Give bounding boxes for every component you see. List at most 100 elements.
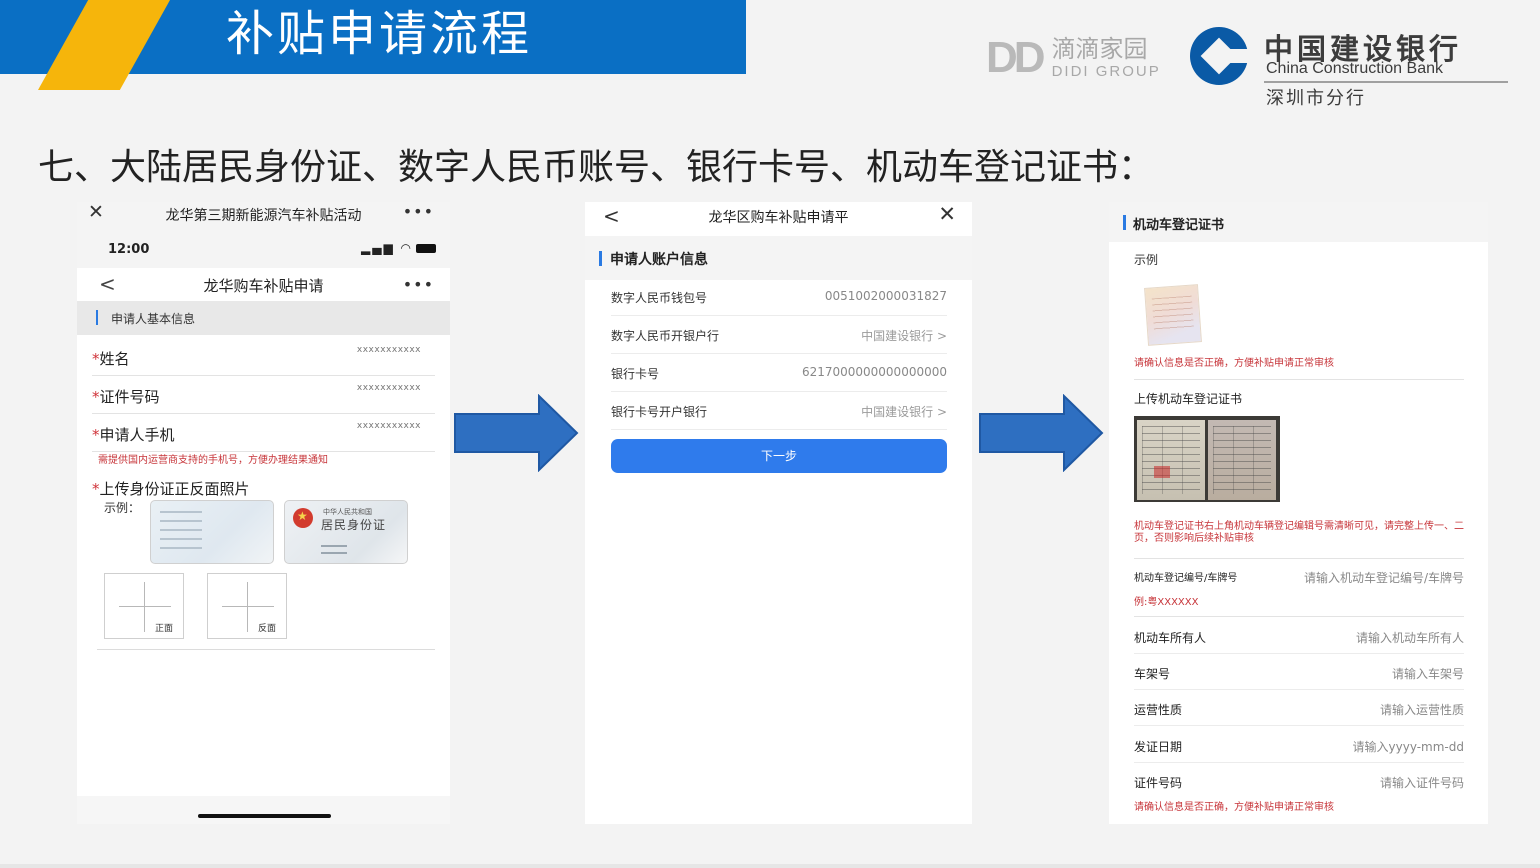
ccb-logo-branch: 深圳市分行 [1266, 88, 1366, 109]
upload-front-label: 正面 [154, 624, 173, 634]
verify-hint-bottom: 请确认信息是否正确，方便补贴申请正常审核 [1134, 802, 1334, 813]
nav-title: 龙华区购车补贴申请平 [708, 210, 849, 226]
phone-screen-account-info: < 龙华区购车补贴申请平 ✕ 申请人账户信息 数字人民币钱包号 00510020… [585, 202, 972, 824]
row-value: 6217000000000000000 [801, 365, 947, 379]
required-mark: * [92, 480, 100, 498]
id-card-front-example [150, 500, 274, 564]
wallet-bank-row[interactable]: 数字人民币开银户行 中国建设银行 > [611, 316, 947, 354]
didi-logo-en: DIDI GROUP [1051, 63, 1161, 80]
phone-screen-basic-info: ✕ 龙华第三期新能源汽车补贴活动 ••• 12:00 ▂▄▆ ◠ < 龙华购车补… [77, 202, 450, 824]
row-label: 机动车所有人 [1134, 631, 1207, 645]
row-label: 银行卡号 [611, 367, 660, 381]
upload-back-button[interactable]: 反面 [207, 573, 287, 639]
upload-certificate-label: 上传机动车登记证书 [1134, 392, 1243, 406]
owner-field[interactable]: 机动车所有人 请输入机动车所有人 [1134, 618, 1464, 654]
certificate-hint: 机动车登记证书右上角机动车辆登记编辑号需清晰可见，请完整上传一、二页，否则影响后… [1134, 521, 1464, 544]
flow-arrow-icon [454, 394, 579, 472]
more-icon[interactable]: ••• [403, 275, 434, 294]
signal-wifi-icon: ▂▄▆ ◠ [361, 241, 436, 255]
ccb-logo-divider [1264, 81, 1508, 83]
row-label: 发证日期 [1134, 740, 1183, 754]
field-value: xxxxxxxxxxx [356, 421, 421, 431]
section-label: 申请人账户信息 [610, 252, 708, 268]
home-indicator[interactable] [198, 814, 331, 818]
row-value: 中国建设银行 > [861, 329, 947, 343]
status-time: 12:00 [108, 242, 150, 257]
field-value: xxxxxxxxxxx [356, 383, 421, 393]
status-bar: 12:00 ▂▄▆ ◠ [77, 226, 450, 268]
phone-field[interactable]: *申请人手机 xxxxxxxxxxx [92, 414, 435, 452]
field-label: 申请人手机 [99, 426, 175, 444]
row-input[interactable]: 请输入车架号 [1392, 665, 1464, 682]
upload-front-button[interactable]: 正面 [104, 573, 184, 639]
plus-icon [222, 606, 274, 607]
vin-field[interactable]: 车架号 请输入车架号 [1134, 654, 1464, 690]
plus-icon [119, 606, 171, 607]
footer-bar [77, 796, 450, 824]
row-input[interactable]: 请输入证件号码 [1380, 774, 1464, 791]
battery-icon [416, 244, 436, 253]
name-field[interactable]: *姓名 xxxxxxxxxxx [92, 338, 435, 376]
nav-bar: < 龙华区购车补贴申请平 ✕ [585, 202, 972, 236]
national-emblem-icon [293, 508, 313, 528]
usage-type-field[interactable]: 运营性质 请输入运营性质 [1134, 690, 1464, 726]
issue-date-field[interactable]: 发证日期 请输入yyyy-mm-dd [1134, 727, 1464, 763]
section-header: 机动车登记证书 [1109, 202, 1488, 242]
wallet-number-row[interactable]: 数字人民币钱包号 0051002000031827 [611, 278, 947, 316]
row-label: 车架号 [1134, 667, 1171, 681]
row-label: 银行卡号开户银行 [611, 405, 708, 419]
card-bank-row[interactable]: 银行卡号开户银行 中国建设银行 > [611, 392, 947, 430]
row-value: 0051002000031827 [824, 289, 947, 303]
required-mark: * [92, 388, 100, 406]
next-step-button[interactable]: 下一步 [611, 439, 947, 473]
page-title: 补贴申请流程 [226, 6, 533, 62]
plate-number-label: 机动车登记编号/车牌号 [1134, 573, 1238, 584]
bottom-strip [0, 864, 1540, 868]
nav-bar: < 龙华购车补贴申请 ••• [77, 268, 450, 301]
miniapp-title: 龙华第三期新能源汽车补贴活动 [165, 208, 362, 224]
row-label: 数字人民币开银户行 [611, 329, 720, 343]
ccb-logo: 中国建设银行 China Construction Bank 深圳市分行 [1190, 24, 1520, 112]
card-title: 居民身份证 [321, 518, 387, 532]
row-value: 中国建设银行 > [861, 405, 947, 419]
field-label: 证件号码 [99, 388, 160, 406]
section-label: 申请人基本信息 [111, 312, 196, 326]
nav-title: 龙华购车补贴申请 [203, 277, 324, 295]
row-input[interactable]: 请输入运营性质 [1380, 701, 1464, 718]
close-icon[interactable]: ✕ [938, 202, 956, 226]
didi-logo: DD 滴滴家园 DIDI GROUP [986, 34, 1161, 82]
id-number-field[interactable]: *证件号码 xxxxxxxxxxx [92, 376, 435, 414]
required-mark: * [92, 426, 100, 444]
uploaded-certificate-image[interactable] [1134, 416, 1280, 502]
certificate-number-field[interactable]: 证件号码 请输入证件号码 [1134, 763, 1464, 799]
upload-back-label: 反面 [257, 624, 276, 634]
certificate-example-image [1144, 284, 1202, 346]
miniapp-top-bar: ✕ 龙华第三期新能源汽车补贴活动 ••• [77, 202, 450, 226]
id-card-back-example: 中华人民共和国 居民身份证 [284, 500, 408, 564]
row-label: 证件号码 [1134, 776, 1183, 790]
row-label: 数字人民币钱包号 [611, 291, 708, 305]
didi-logo-mark: DD [986, 33, 1046, 82]
more-icon[interactable]: ••• [403, 202, 434, 221]
section-label: 机动车登记证书 [1133, 218, 1225, 233]
field-label: 姓名 [99, 350, 130, 368]
ccb-logo-icon [1190, 27, 1251, 85]
example-label: 示例 [1134, 253, 1159, 267]
required-mark: * [92, 350, 100, 368]
phone-hint: 需提供国内运营商支持的手机号，方便办理结果通知 [98, 455, 328, 466]
id-upload-label: *上传身份证正反面照片 [92, 480, 250, 498]
plate-number-example: 例:粤XXXXXX [1134, 597, 1199, 608]
bank-card-row[interactable]: 银行卡号 6217000000000000000 [611, 354, 947, 392]
example-label: 示例： [104, 501, 141, 515]
row-input[interactable]: 请输入机动车所有人 [1356, 629, 1464, 646]
row-input[interactable]: 请输入yyyy-mm-dd [1353, 738, 1464, 755]
section-header: 申请人基本信息 [77, 301, 450, 335]
section-heading: 七、大陆居民身份证、数字人民币账号、银行卡号、机动车登记证书： [38, 147, 1155, 188]
flow-arrow-icon [979, 394, 1104, 472]
field-value: xxxxxxxxxxx [356, 345, 421, 355]
row-label: 运营性质 [1134, 703, 1183, 717]
divider [97, 649, 435, 650]
plate-number-input[interactable]: 请输入机动车登记编号/车牌号 [1304, 569, 1464, 586]
verify-hint: 请确认信息是否正确，方便补贴申请正常审核 [1134, 358, 1334, 369]
didi-logo-cn: 滴滴家园 [1051, 35, 1148, 63]
